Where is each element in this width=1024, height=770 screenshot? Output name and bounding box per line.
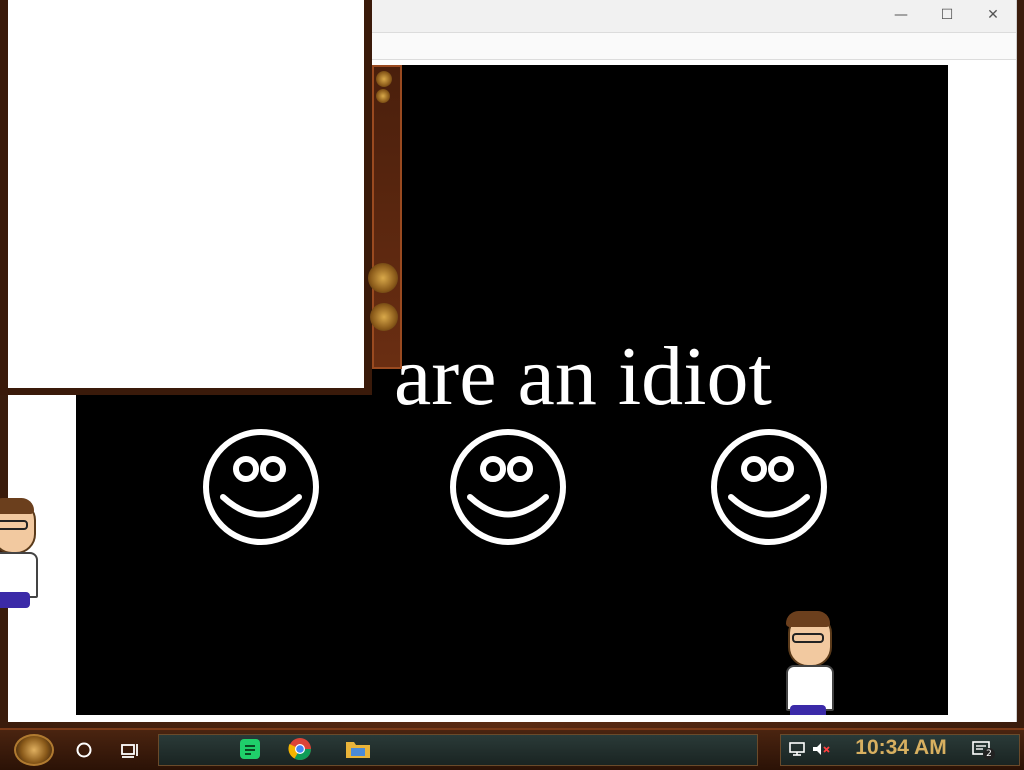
smiley-face-icon: [450, 429, 566, 545]
notes-app-icon: [240, 739, 260, 759]
maximize-button[interactable]: ☐: [924, 0, 970, 30]
chrome-button[interactable]: [286, 736, 314, 762]
minimize-icon: —: [894, 7, 908, 23]
taskbar-clock[interactable]: 10:34 AM: [846, 735, 956, 761]
volume-muted-icon: [813, 743, 830, 755]
volume-button[interactable]: [810, 736, 832, 762]
smiley-face-icon: [203, 429, 319, 545]
start-button[interactable]: [10, 734, 58, 766]
file-explorer-button[interactable]: [344, 736, 372, 762]
close-icon: ✕: [987, 7, 999, 23]
network-button[interactable]: [786, 736, 808, 762]
gear-icon: [368, 263, 398, 293]
start-orb-icon: [14, 734, 54, 766]
gear-icon: [376, 71, 392, 87]
cartoon-character-icon: [0, 498, 38, 612]
close-button[interactable]: ✕: [970, 0, 1016, 30]
notes-app-button[interactable]: [236, 736, 264, 762]
cortana-circle-icon: [76, 742, 92, 758]
minimize-button[interactable]: —: [878, 0, 924, 30]
maximize-icon: ☐: [940, 7, 954, 23]
file-explorer-icon: [346, 742, 370, 758]
cortana-button[interactable]: [70, 734, 98, 766]
smiley-face-icon: [711, 429, 827, 545]
gear-icon: [376, 89, 390, 103]
steampunk-frame-decoration: [368, 65, 402, 369]
task-view-button[interactable]: [116, 734, 144, 766]
gear-icon: [370, 303, 398, 331]
cartoon-character-icon: [782, 611, 834, 715]
network-icon: [789, 742, 805, 756]
popup-window[interactable]: [0, 0, 372, 395]
popup-content: [8, 0, 364, 388]
task-view-icon: [121, 744, 138, 758]
page-headline: are an idiot: [394, 330, 772, 423]
chrome-icon: [288, 738, 311, 760]
notification-count-badge: 2: [983, 748, 995, 760]
